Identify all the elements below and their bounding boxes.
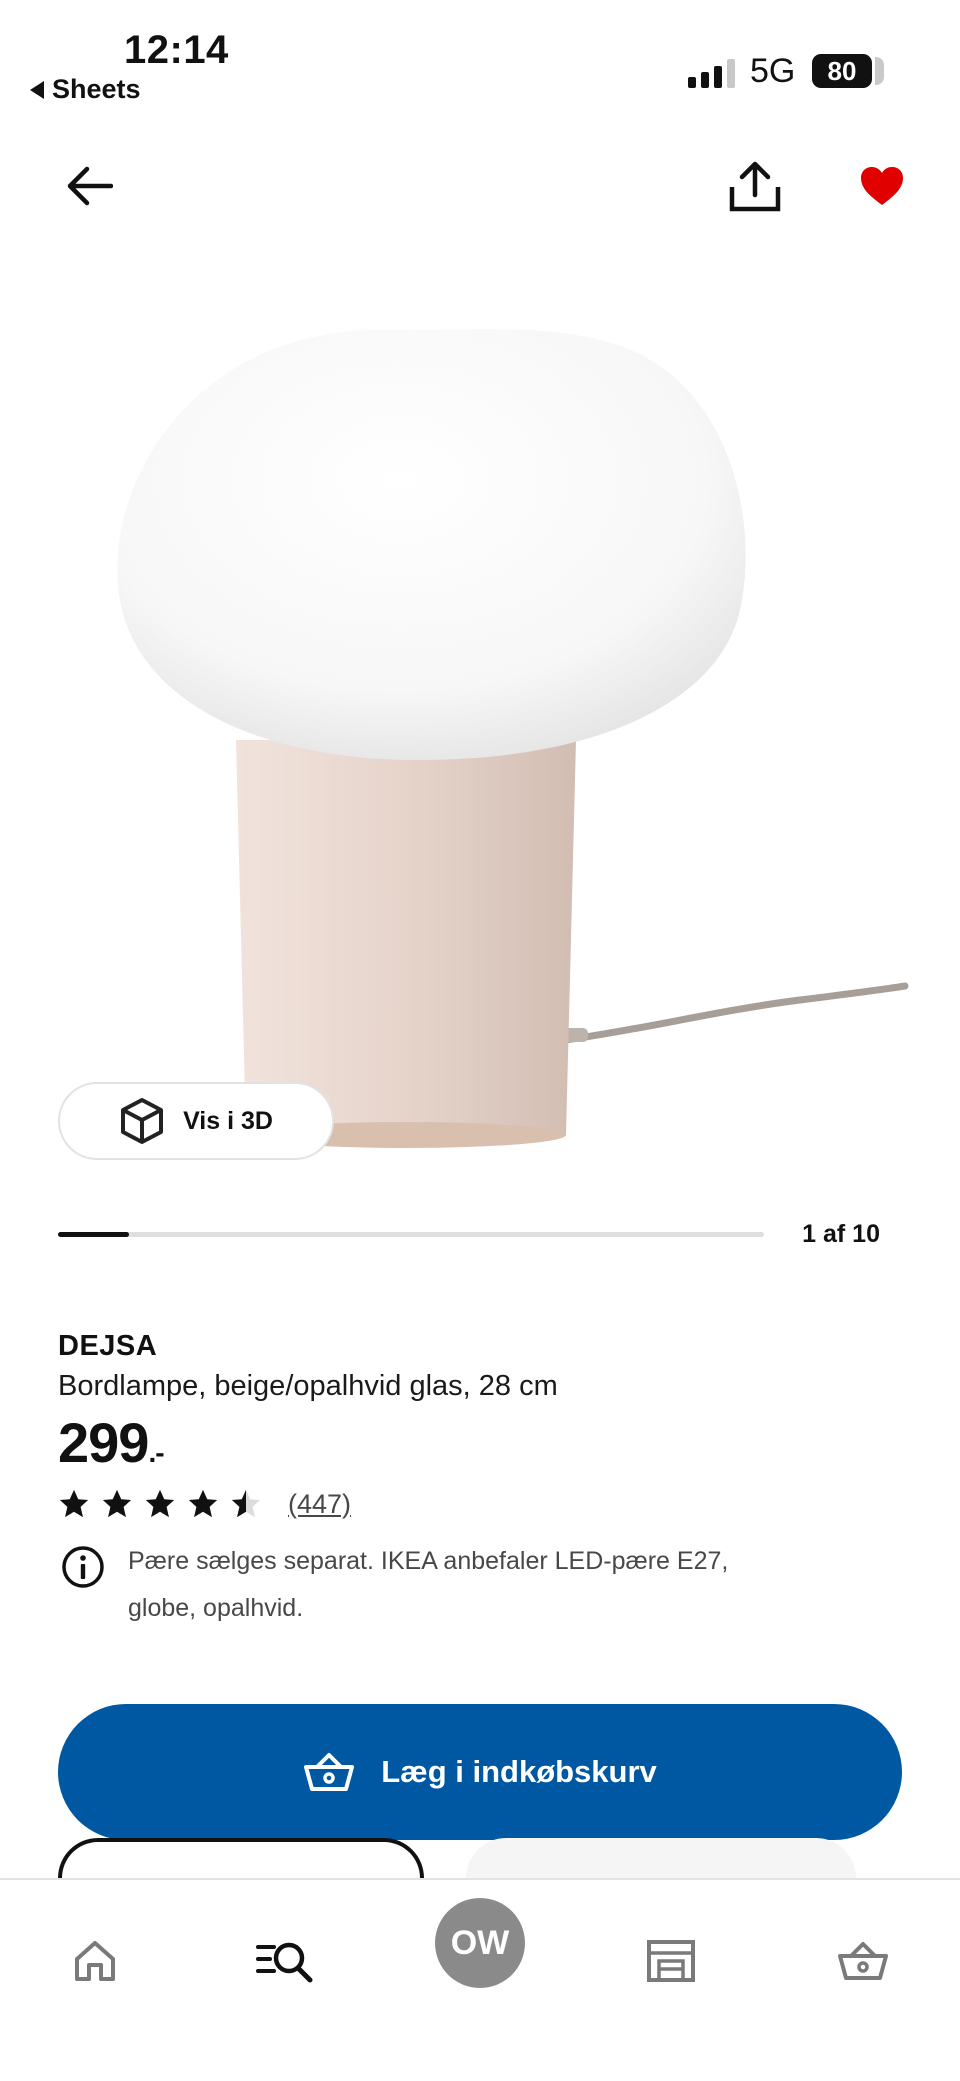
cellular-signal-icon [688, 58, 735, 88]
avatar[interactable]: OW [435, 1898, 525, 1988]
search-icon [256, 1942, 313, 1983]
info-text: Pære sælges separat. IKEA anbefaler LED-… [128, 1547, 729, 1622]
star-icon [231, 1489, 261, 1518]
tab-basket[interactable] [818, 1916, 908, 2006]
view-in-3d-button[interactable]: Vis i 3D [58, 1082, 334, 1160]
tab-search[interactable] [240, 1916, 330, 2006]
basket-icon [304, 1753, 355, 1791]
price-main: 299 [58, 1411, 149, 1474]
favorite-button[interactable] [850, 154, 914, 218]
store-icon [647, 1940, 695, 1982]
heart-filled-icon [861, 167, 903, 205]
back-triangle-icon [30, 80, 44, 99]
rating-stars [58, 1488, 262, 1520]
tab-home[interactable] [50, 1916, 140, 2006]
share-button[interactable] [720, 152, 790, 222]
review-count-link[interactable]: (447) [288, 1489, 351, 1520]
product-price: 299.- [58, 1410, 165, 1475]
view-in-3d-label: Vis i 3D [183, 1106, 273, 1135]
battery-level: 80 [812, 54, 884, 88]
info-icon [62, 1546, 104, 1588]
add-to-cart-label: Læg i indkøbskurv [381, 1754, 657, 1789]
add-to-cart-button[interactable]: Læg i indkøbskurv [58, 1704, 902, 1840]
product-rating[interactable]: (447) [58, 1488, 351, 1520]
star-icon [102, 1489, 132, 1518]
back-to-app-link[interactable]: Sheets [30, 74, 141, 105]
network-type: 5G [750, 52, 796, 90]
bottom-tab-bar: OW [0, 1878, 960, 2081]
product-image[interactable] [40, 290, 920, 1170]
star-icon [145, 1489, 175, 1518]
star-icon [59, 1489, 89, 1518]
gallery-counter: 1 af 10 [802, 1220, 880, 1248]
status-clock: 12:14 [124, 28, 229, 72]
home-icon [75, 1941, 115, 1981]
gallery-progress-fill [58, 1232, 129, 1237]
product-description: Bordlampe, beige/opalhvid glas, 28 cm [58, 1370, 558, 1402]
share-icon [729, 161, 781, 212]
status-bar: 12:14 Sheets 5G 80 [0, 0, 960, 120]
price-suffix: .- [148, 1437, 164, 1468]
lamp-illustration [117, 329, 909, 1148]
tab-stores[interactable] [626, 1916, 716, 2006]
back-app-label: Sheets [52, 74, 141, 104]
cube-3d-icon [121, 1098, 164, 1144]
basket-icon [838, 1942, 888, 1980]
gallery-progress-track [58, 1232, 764, 1237]
info-notice: Pære sælges separat. IKEA anbefaler LED-… [60, 1544, 760, 1632]
star-icon [188, 1489, 218, 1518]
back-button[interactable] [58, 154, 122, 218]
product-brand: DEJSA [58, 1330, 158, 1362]
arrow-left-icon [67, 166, 113, 206]
